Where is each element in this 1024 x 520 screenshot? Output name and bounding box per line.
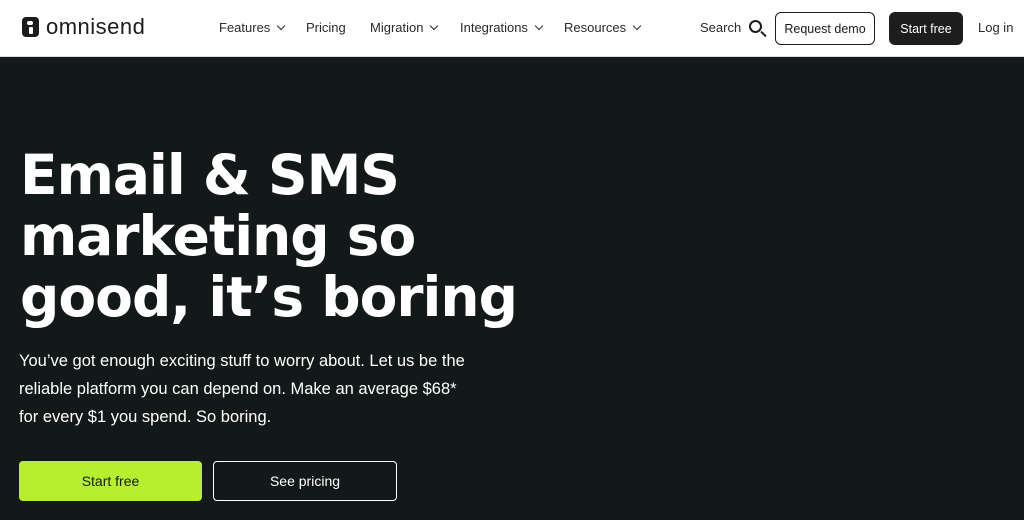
nav-item-features[interactable]: Features — [219, 20, 286, 35]
chevron-down-icon — [534, 21, 544, 30]
chevron-down-icon — [632, 21, 642, 30]
request-demo-button[interactable]: Request demo — [775, 12, 875, 45]
chevron-down-icon — [430, 21, 439, 30]
nav-item-integrations[interactable]: Integrations — [460, 20, 544, 35]
hero-subtext: You’ve got enough exciting stuff to worr… — [19, 352, 465, 426]
top-navigation: omnisend Features Pricing Migration Inte… — [0, 0, 1024, 57]
nav-item-label: Migration — [370, 20, 424, 35]
nav-item-label: Integrations — [460, 20, 528, 35]
search-icon — [749, 20, 763, 33]
see-pricing-button[interactable]: See pricing — [213, 461, 397, 501]
start-free-button[interactable]: Start free — [19, 461, 202, 501]
nav-item-label: Pricing — [306, 20, 346, 35]
search-button[interactable]: Search — [700, 20, 763, 35]
brand-name: omnisend — [46, 14, 146, 39]
nav-item-migration[interactable]: Migration — [370, 20, 439, 35]
nav-item-pricing[interactable]: Pricing — [306, 20, 346, 35]
omnisend-logo[interactable]: omnisend — [22, 13, 145, 41]
search-label: Search — [700, 20, 742, 35]
omnisend-logo-icon — [22, 17, 39, 37]
nav-item-resources[interactable]: Resources — [564, 20, 642, 35]
start-free-nav-button[interactable]: Start free — [889, 12, 963, 45]
hero-headline: Email & SMS marketing so good, it’s bori… — [20, 143, 518, 329]
nav-item-label: Features — [219, 20, 271, 35]
login-link[interactable]: Log in — [978, 20, 1013, 35]
chevron-down-icon — [277, 21, 286, 30]
hero-section: Email & SMS marketing so good, it’s bori… — [0, 57, 1024, 520]
nav-item-label: Resources — [564, 20, 627, 35]
